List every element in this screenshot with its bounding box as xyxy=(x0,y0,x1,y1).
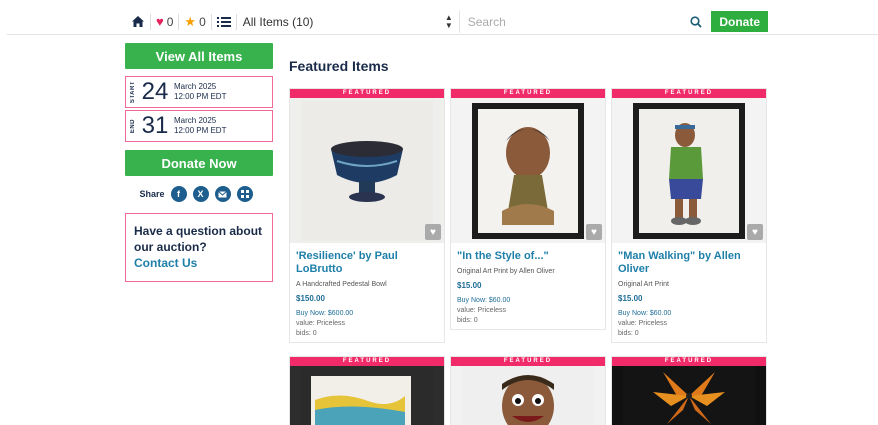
item-meta: Buy Now: $600.00 value: Priceless bids: … xyxy=(296,309,438,339)
view-all-items-button[interactable]: View All Items xyxy=(125,43,273,69)
search-bar xyxy=(458,10,708,33)
favorites-button[interactable]: ♥ 0 xyxy=(151,10,178,33)
item-bids: bids: 0 xyxy=(457,317,478,324)
question-text: Have a question about our auction? xyxy=(134,224,263,254)
end-info: March 2025 12:00 PM EDT xyxy=(174,116,226,136)
start-date-box: START 24 March 2025 12:00 PM EDT xyxy=(125,76,273,108)
featured-banner: FEATURED xyxy=(612,89,766,98)
item-title[interactable]: "Man Walking" by Allen Oliver xyxy=(618,250,760,276)
end-label: END xyxy=(130,118,136,134)
featured-banner: FEATURED xyxy=(290,89,444,98)
favorite-heart-icon[interactable]: ♥ xyxy=(425,224,441,240)
item-subtitle: Original Art Print by Allen Oliver xyxy=(457,268,555,275)
item-value: value: Priceless xyxy=(296,320,346,327)
item-bids: bids: 0 xyxy=(618,330,639,337)
item-price: $15.00 xyxy=(618,294,643,303)
select-arrows-icon: ▲ ▼ xyxy=(444,12,453,30)
item-card[interactable]: FEATURED ♥ "Man Walking" by Allen Oliver… xyxy=(611,88,767,343)
share-label: Share xyxy=(139,189,165,199)
item-title[interactable]: 'Resilience' by Paul LoBrutto xyxy=(296,250,438,276)
start-time: 12:00 PM EDT xyxy=(174,92,227,101)
item-title[interactable]: "In the Style of..." xyxy=(457,250,599,263)
page-title: Featured Items xyxy=(289,58,389,74)
end-date-box: END 31 March 2025 12:00 PM EDT xyxy=(125,110,273,142)
item-bids: bids: 0 xyxy=(296,330,317,337)
item-image[interactable] xyxy=(290,366,444,425)
buy-now-price: Buy Now: $60.00 xyxy=(618,310,672,317)
item-subtitle: Original Art Print xyxy=(618,281,669,288)
item-card[interactable]: FEATURED xyxy=(289,356,445,425)
buy-now-price: Buy Now: $60.00 xyxy=(457,297,511,304)
featured-banner: FEATURED xyxy=(612,357,766,366)
favorite-heart-icon[interactable]: ♥ xyxy=(747,224,763,240)
item-card[interactable]: FEATURED xyxy=(450,356,606,425)
item-price: $15.00 xyxy=(457,281,482,290)
top-toolbar: ♥ 0 ★ 0 All Items (10) ▲▼ Donate xyxy=(126,10,768,33)
item-value: value: Priceless xyxy=(618,320,668,327)
item-subtitle: A Handcrafted Pedestal Bowl xyxy=(296,281,387,288)
header-divider xyxy=(7,34,878,35)
question-box: Have a question about our auction? Conta… xyxy=(125,213,273,282)
star-icon: ★ xyxy=(184,13,197,29)
item-price: $150.00 xyxy=(296,294,325,303)
item-value: value: Priceless xyxy=(457,307,507,314)
category-select-value: All Items (10) xyxy=(242,14,314,29)
share-bar: Share f X xyxy=(125,185,273,203)
category-select[interactable]: All Items (10) ▲ ▼ xyxy=(237,10,459,33)
item-card[interactable]: FEATURED ♥ 'Resilience' by Paul LoBrutto… xyxy=(289,88,445,343)
item-image[interactable] xyxy=(451,366,605,425)
end-time: 12:00 PM EDT xyxy=(174,126,227,135)
search-icon[interactable] xyxy=(685,15,707,28)
sidebar: View All Items START 24 March 2025 12:00… xyxy=(125,43,273,282)
item-image[interactable]: ♥ xyxy=(290,98,444,243)
donate-button[interactable]: Donate xyxy=(711,11,768,32)
facebook-icon[interactable]: f xyxy=(170,186,187,202)
search-input[interactable] xyxy=(467,14,686,29)
item-card[interactable]: FEATURED ♥ "In the Style of..." Original… xyxy=(450,88,606,330)
list-view-icon[interactable] xyxy=(212,10,236,33)
watchlist-button[interactable]: ★ 0 xyxy=(179,10,210,33)
home-icon[interactable] xyxy=(126,10,150,33)
item-image[interactable]: ♥ xyxy=(451,98,605,243)
end-month: March 2025 xyxy=(174,116,217,125)
watch-count: 0 xyxy=(199,14,206,29)
favorites-count: 0 xyxy=(166,14,174,29)
end-day: 31 xyxy=(141,112,169,139)
featured-banner: FEATURED xyxy=(290,357,444,366)
email-icon[interactable] xyxy=(214,186,231,202)
item-meta: Buy Now: $60.00 value: Priceless bids: 0 xyxy=(618,309,760,339)
featured-banner: FEATURED xyxy=(451,357,605,366)
start-label: START xyxy=(130,80,136,104)
donate-now-button[interactable]: Donate Now xyxy=(125,150,273,176)
start-info: March 2025 12:00 PM EDT xyxy=(174,82,226,102)
start-month: March 2025 xyxy=(174,82,217,91)
item-card[interactable]: FEATURED xyxy=(611,356,767,425)
start-day: 24 xyxy=(141,78,169,105)
buy-now-price: Buy Now: $600.00 xyxy=(296,310,354,317)
favorite-heart-icon[interactable]: ♥ xyxy=(586,224,602,240)
qr-code-icon[interactable] xyxy=(236,186,253,202)
item-image[interactable] xyxy=(612,366,766,425)
x-twitter-icon[interactable]: X xyxy=(192,186,209,202)
featured-banner: FEATURED xyxy=(451,89,605,98)
heart-icon: ♥ xyxy=(156,14,164,29)
contact-us-link[interactable]: Contact Us xyxy=(134,255,264,271)
item-meta: Buy Now: $60.00 value: Priceless bids: 0 xyxy=(457,296,599,326)
item-image[interactable]: ♥ xyxy=(612,98,766,243)
